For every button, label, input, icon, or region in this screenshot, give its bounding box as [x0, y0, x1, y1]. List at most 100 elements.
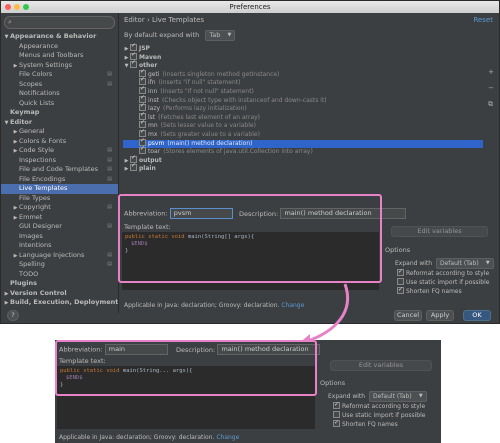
sidebar-item[interactable]: Scopes ▤: [1, 80, 118, 90]
sidebar-item-label: Notifications: [19, 89, 60, 97]
edit-variables-button[interactable]: Edit variables: [391, 226, 488, 237]
sidebar-item[interactable]: ▶ Emmet: [1, 213, 118, 223]
template-item[interactable]: psvm(main() method declaration): [123, 137, 483, 149]
template-item[interactable]: ifn(Inserts "if null" statement): [123, 76, 483, 88]
sidebar-item[interactable]: Notifications: [1, 89, 118, 99]
template-group[interactable]: ▶ JSP: [123, 42, 483, 54]
chevron-down-icon[interactable]: ▼: [123, 62, 130, 71]
zoom-expand-with-select[interactable]: Default (Tab) ▼: [369, 391, 427, 402]
sidebar-item[interactable]: Images: [1, 232, 118, 242]
template-group[interactable]: ▼other: [123, 59, 483, 71]
sidebar-item[interactable]: File Types: [1, 194, 118, 204]
zoom-reformat-checkbox[interactable]: [333, 400, 340, 409]
reformat-checkbox[interactable]: [397, 267, 404, 276]
sidebar-item-label: Plugins: [10, 279, 37, 287]
shorten-fq-option[interactable]: Shorten FQ names: [397, 285, 462, 296]
sidebar-item[interactable]: ▶ Copyright ▤: [1, 203, 118, 213]
sidebar-item[interactable]: File Colors ▤: [1, 70, 118, 80]
template-name: toar: [148, 148, 161, 156]
copy-icon[interactable]: ⧉: [488, 100, 494, 109]
template-item[interactable]: inn(Inserts "if not null" statement): [123, 85, 483, 97]
template-checkbox[interactable]: [139, 145, 146, 155]
zoom-reformat-option[interactable]: Reformat according to style: [333, 400, 426, 411]
zoom-static-import-option[interactable]: Use static import if possible: [333, 411, 425, 420]
close-window-button[interactable]: [5, 4, 11, 10]
sidebar-item[interactable]: Intentions: [1, 241, 118, 251]
zoom-highlight-frame: [55, 340, 317, 396]
dialog-buttons: ? Cancel Apply OK: [1, 310, 500, 325]
sidebar-item[interactable]: GUI Designer ▤: [1, 222, 118, 232]
sidebar-item-label: Editor: [10, 117, 33, 126]
sidebar-item-label: Language Injections: [19, 250, 85, 259]
template-name: inn: [148, 87, 158, 95]
template-item[interactable]: lst(Fetches last element of an array): [123, 111, 483, 123]
sidebar-item[interactable]: Appearance: [1, 42, 118, 52]
remove-icon[interactable]: −: [488, 84, 494, 92]
sidebar-item[interactable]: ▼ Editor: [1, 118, 118, 128]
sidebar-item[interactable]: Keymap: [1, 108, 118, 118]
sidebar-item[interactable]: ▶ Colors & Fonts: [1, 137, 118, 147]
expand-with-select[interactable]: Default (Tab) ▼: [436, 258, 494, 269]
template-checkbox[interactable]: [130, 59, 137, 69]
settings-sidebar: ⌕ ▼ Appearance & Behavior Appearance Menus …: [1, 13, 119, 313]
template-group[interactable]: ▶ output: [123, 154, 483, 166]
sidebar-item[interactable]: ▶ Language Injections ▤: [1, 251, 118, 261]
cancel-button[interactable]: Cancel: [394, 310, 422, 321]
minimize-window-button[interactable]: [14, 4, 20, 10]
sidebar-item[interactable]: File and Code Templates ▤: [1, 165, 118, 175]
sidebar-item-label: GUI Designer: [19, 222, 62, 230]
template-item[interactable]: toar(Stores elements of java.util.Collec…: [123, 145, 483, 157]
project-settings-icon: ▤: [107, 175, 112, 182]
template-item[interactable]: lazy(Performs lazy initialization): [123, 102, 483, 114]
zoom-edit-variables-button[interactable]: Edit variables: [330, 360, 432, 371]
sidebar-item[interactable]: ▼ Appearance & Behavior: [1, 32, 118, 42]
help-button[interactable]: ?: [7, 310, 19, 321]
default-expand-select[interactable]: Tab ▼: [205, 29, 236, 41]
sidebar-item[interactable]: Menus and Toolbars: [1, 51, 118, 61]
template-item[interactable]: inst(Checks object type with instanceof …: [123, 94, 483, 106]
chevron-right-icon[interactable]: ▶: [123, 165, 130, 174]
zoom-shorten-fq-option[interactable]: Shorten FQ names: [333, 418, 398, 429]
static-import-checkbox[interactable]: [397, 278, 404, 285]
sidebar-item[interactable]: ▶ System Settings: [1, 61, 118, 71]
sidebar-item[interactable]: File Encodings ▤: [1, 175, 118, 185]
chevron-right-icon[interactable]: ▶: [123, 45, 130, 54]
template-description: (main() method declaration): [167, 139, 253, 147]
sidebar-item[interactable]: ▶ Code Style ▤: [1, 146, 118, 156]
chevron-right-icon[interactable]: ▶: [3, 299, 10, 309]
zoom-shorten-fq-checkbox[interactable]: [333, 418, 340, 427]
zoom-expand-with-value: Default (Tab): [373, 393, 412, 400]
sidebar-item[interactable]: ▶ Version Control: [1, 289, 118, 299]
shorten-fq-checkbox[interactable]: [397, 285, 404, 294]
add-icon[interactable]: +: [488, 68, 494, 76]
sidebar-item-label: Build, Execution, Deployment: [10, 298, 119, 306]
static-import-option[interactable]: Use static import if possible: [397, 278, 489, 287]
sidebar-item[interactable]: ▶ General: [1, 127, 118, 137]
sidebar-item[interactable]: ▶ Build, Execution, Deployment: [1, 298, 118, 308]
template-group[interactable]: ▶ Maven: [123, 51, 483, 63]
sidebar-item[interactable]: Plugins: [1, 279, 118, 289]
ok-button[interactable]: OK: [463, 310, 491, 321]
sidebar-item[interactable]: Quick Lists: [1, 99, 118, 109]
sidebar-item[interactable]: Inspections ▤: [1, 156, 118, 166]
zoom-window-button[interactable]: [23, 4, 29, 10]
search-input[interactable]: ⌕: [4, 16, 115, 29]
template-group[interactable]: ▶ plain: [123, 162, 483, 174]
reformat-option[interactable]: Reformat according to style: [397, 267, 489, 278]
apply-button[interactable]: Apply: [426, 310, 454, 321]
template-item[interactable]: mx(Sets greater value to a variable): [123, 128, 483, 140]
zoom-change-link[interactable]: Change: [216, 434, 239, 441]
template-item[interactable]: geti(Inserts singleton method getInstanc…: [123, 68, 483, 80]
chevron-right-icon[interactable]: ▶: [123, 54, 130, 63]
options-label: Options: [385, 246, 411, 254]
zoom-static-import-checkbox[interactable]: [333, 411, 340, 418]
sidebar-item[interactable]: Live Templates: [1, 184, 118, 194]
template-item[interactable]: mn(Sets lesser value to a variable): [123, 119, 483, 131]
zoom-reformat-label: Reformat according to style: [342, 403, 426, 410]
sidebar-item[interactable]: Spelling ▤: [1, 260, 118, 270]
sidebar-item-label: File Encodings: [19, 174, 66, 183]
reset-link[interactable]: Reset: [473, 13, 493, 28]
chevron-right-icon[interactable]: ▶: [123, 157, 130, 166]
template-checkbox[interactable]: [130, 162, 137, 172]
sidebar-item[interactable]: TODO: [1, 270, 118, 280]
